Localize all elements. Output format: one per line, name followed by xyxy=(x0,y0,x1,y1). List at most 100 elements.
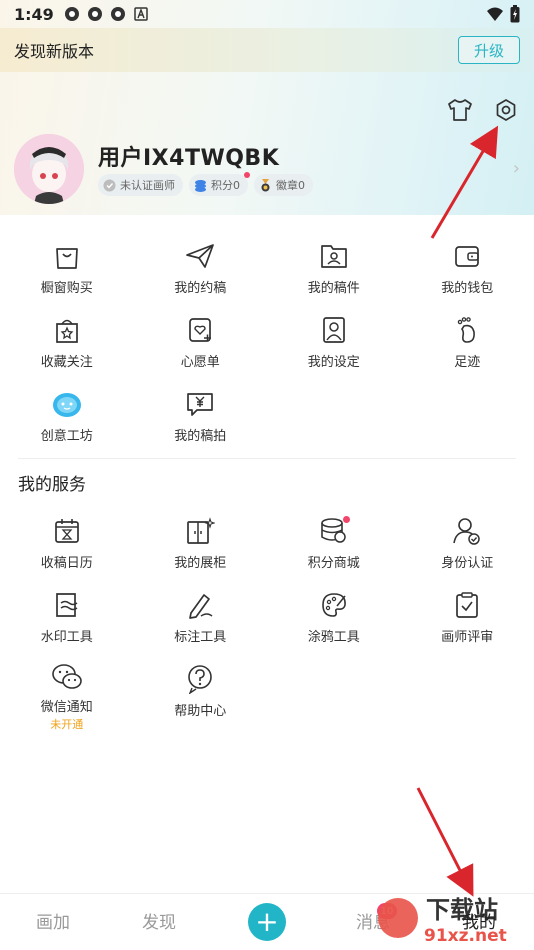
menu-item-workshop[interactable]: 创意工坊 xyxy=(0,380,134,454)
menu-item-favorites[interactable]: 收藏关注 xyxy=(0,306,134,380)
shopping-bag-icon xyxy=(51,240,83,272)
status-bar: 1:49 xyxy=(0,0,534,28)
points-badge[interactable]: 积分0 xyxy=(189,172,250,196)
artist-status-badge[interactable]: 未认证画师 xyxy=(98,174,183,196)
nav-tab-mine[interactable]: 我的 xyxy=(462,908,496,933)
site-watermark: 下载站 91xz.net xyxy=(376,888,528,946)
service-item-label: 标注工具 xyxy=(174,630,227,645)
service-item-label: 涂鸦工具 xyxy=(307,630,360,645)
notification-icon xyxy=(87,7,102,21)
update-banner: 发现新版本 升级 xyxy=(0,28,534,72)
star-bag-icon xyxy=(51,314,83,346)
wallet-icon xyxy=(451,240,483,272)
heart-list-icon xyxy=(184,314,216,346)
service-item-wechat-notify[interactable]: 微信通知 未开通 xyxy=(0,655,134,731)
nav-tab-discover[interactable]: 发现 xyxy=(142,908,176,933)
menu-item-label: 心愿单 xyxy=(180,355,220,370)
mascot-icon xyxy=(51,388,83,420)
service-item-label: 微信通知 xyxy=(40,700,93,715)
palette-icon xyxy=(318,589,350,621)
service-item-showcase[interactable]: 我的展柜 xyxy=(134,507,268,581)
username: 用户IX4TWQBK xyxy=(98,146,280,171)
nav-tab-huajia[interactable]: 画加 xyxy=(36,908,70,933)
profile-header[interactable]: 用户IX4TWQBK 未认证画师 积分0 徽章0 › xyxy=(14,134,520,204)
service-item-watermark[interactable]: 水印工具 xyxy=(0,581,134,655)
avatar[interactable] xyxy=(14,134,84,204)
coin-stack-icon xyxy=(318,515,350,547)
status-time: 1:49 xyxy=(14,4,54,24)
pencil-icon xyxy=(184,589,216,621)
profile-chevron-right-icon: › xyxy=(512,158,520,179)
service-item-calendar[interactable]: 收稿日历 xyxy=(0,507,134,581)
services-section-title: 我的服务 xyxy=(18,475,86,495)
medal-label: 徽章0 xyxy=(276,179,305,192)
update-banner-text: 发现新版本 xyxy=(14,42,95,61)
notification-icon xyxy=(64,7,79,21)
service-item-review[interactable]: 画师评审 xyxy=(401,581,534,655)
service-item-label: 收稿日历 xyxy=(40,556,93,571)
medal-badge[interactable]: 徽章0 xyxy=(254,174,313,196)
showcase-icon xyxy=(184,515,216,547)
section-divider xyxy=(18,458,516,459)
menu-item-label: 橱窗购买 xyxy=(40,281,93,296)
menu-item-label: 创意工坊 xyxy=(40,429,93,444)
folder-user-icon xyxy=(318,240,350,272)
main-menu-grid: 橱窗购买 我的约稿 我的稿件 我的钱包 收藏关注 心愿单 我的设定 足迹 创意工… xyxy=(0,232,534,454)
menu-item-commissions[interactable]: 我的约稿 xyxy=(134,232,268,306)
points-red-dot xyxy=(244,172,250,178)
menu-item-label: 我的稿拍 xyxy=(174,429,227,444)
menu-item-shop[interactable]: 橱窗购买 xyxy=(0,232,134,306)
verify-shield-icon xyxy=(103,179,116,191)
service-item-label: 身份认证 xyxy=(441,556,494,571)
battery-icon xyxy=(510,5,520,23)
top-actions xyxy=(446,96,520,124)
wechat-icon xyxy=(51,663,83,691)
menu-item-footprints[interactable]: 足迹 xyxy=(401,306,534,380)
theme-tshirt-icon[interactable] xyxy=(446,96,474,124)
service-item-label: 画师评审 xyxy=(441,630,494,645)
menu-item-label: 收藏关注 xyxy=(40,355,93,370)
notification-icon xyxy=(110,7,125,21)
service-item-label: 帮助中心 xyxy=(174,704,227,719)
menu-item-label: 我的钱包 xyxy=(441,281,494,296)
clipboard-check-icon xyxy=(451,589,483,621)
medal-icon xyxy=(261,178,270,191)
service-item-verification[interactable]: 身份认证 xyxy=(401,507,534,581)
calendar-hourglass-icon xyxy=(51,515,83,547)
menu-item-manuscripts[interactable]: 我的稿件 xyxy=(267,232,401,306)
service-item-label: 水印工具 xyxy=(40,630,93,645)
arrow-to-mine-tab xyxy=(416,787,474,897)
profile-badges: 未认证画师 积分0 徽章0 xyxy=(98,172,313,196)
service-item-annotate[interactable]: 标注工具 xyxy=(134,581,268,655)
menu-item-label: 我的稿件 xyxy=(307,281,360,296)
user-verify-icon xyxy=(451,515,483,547)
settings-gear-icon[interactable] xyxy=(492,96,520,124)
create-plus-button[interactable]: + xyxy=(248,903,286,941)
paper-plane-icon xyxy=(184,240,216,272)
coins-icon xyxy=(195,179,206,192)
upgrade-button[interactable]: 升级 xyxy=(458,36,520,64)
profile-card-icon xyxy=(318,314,350,346)
footprint-icon xyxy=(451,314,483,346)
service-item-points-mall[interactable]: 积分商城 xyxy=(267,507,401,581)
service-item-label: 我的展柜 xyxy=(174,556,227,571)
points-mall-red-dot xyxy=(342,516,350,523)
service-item-doodle[interactable]: 涂鸦工具 xyxy=(267,581,401,655)
services-grid: 收稿日历 我的展柜 积分商城 身份认证 水印工具 标注工具 涂鸦工具 画师评审 … xyxy=(0,507,534,731)
points-label: 积分0 xyxy=(211,179,240,192)
service-item-help[interactable]: 帮助中心 xyxy=(134,655,268,729)
watermark-icon xyxy=(51,589,83,621)
menu-item-label: 我的设定 xyxy=(307,355,360,370)
menu-item-wallet[interactable]: 我的钱包 xyxy=(401,232,534,306)
menu-item-wishlist[interactable]: 心愿单 xyxy=(134,306,268,380)
wechat-status-text: 未开通 xyxy=(50,718,84,731)
menu-item-label: 我的约稿 xyxy=(174,281,227,296)
menu-item-label: 足迹 xyxy=(454,355,481,370)
wifi-icon xyxy=(487,7,503,21)
service-item-label: 积分商城 xyxy=(307,556,360,571)
text-a-icon xyxy=(134,7,148,21)
menu-item-auction[interactable]: 我的稿拍 xyxy=(134,380,268,454)
yen-chat-icon xyxy=(184,388,216,420)
artist-status-label: 未认证画师 xyxy=(120,179,175,192)
menu-item-settings-profile[interactable]: 我的设定 xyxy=(267,306,401,380)
